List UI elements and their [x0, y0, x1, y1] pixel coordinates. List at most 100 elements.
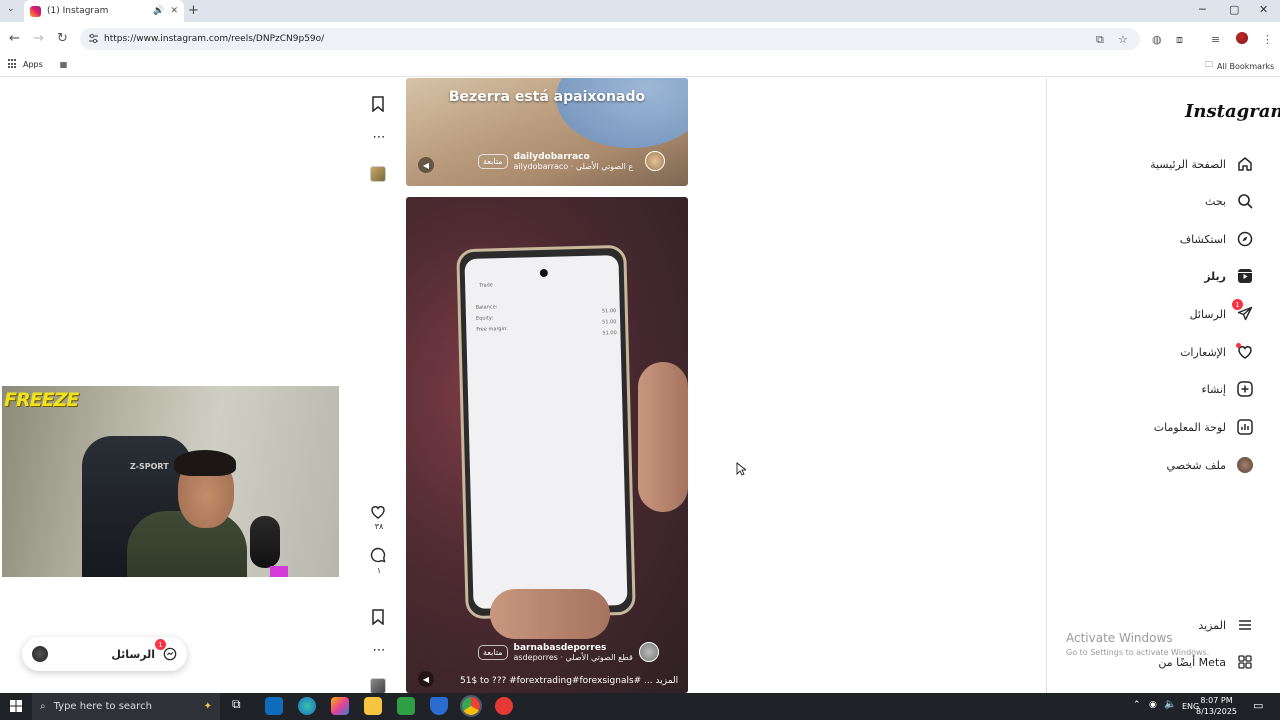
reel-audio[interactable]: ailydobarraco · ع الصوتي الأصلي: [514, 162, 634, 171]
audio-playing-icon[interactable]: 🔊: [153, 6, 164, 16]
phone-camera: [539, 268, 548, 278]
extensions-puzzle-icon[interactable]: ⧈: [1176, 33, 1183, 47]
comment-icon[interactable]: [370, 547, 388, 563]
browser-menu-icon[interactable]: ⋮: [1262, 33, 1273, 46]
nav-more[interactable]: المزيد: [1198, 616, 1254, 634]
new-tab-button[interactable]: +: [188, 3, 199, 18]
taskbar-clock[interactable]: 8:07 PM 8/13/2025: [1196, 695, 1237, 717]
close-window-button[interactable]: ✕: [1259, 3, 1268, 16]
maximize-button[interactable]: ▢: [1229, 3, 1239, 16]
apps-bookmark[interactable]: Apps ▦: [8, 59, 67, 69]
audio-thumbnail[interactable]: [370, 166, 388, 182]
store-icon[interactable]: [397, 697, 415, 715]
apps-label: Apps: [23, 59, 43, 69]
tab-search-icon[interactable]: ⌄: [7, 4, 15, 14]
phone-screen: Trade Balance: Equity: Free margin: 51.0…: [464, 255, 628, 609]
nav-label: ريلز: [1204, 269, 1226, 283]
reel-avatar[interactable]: [638, 642, 659, 662]
edge-icon[interactable]: [298, 697, 316, 715]
microphone: [250, 516, 280, 568]
apps-grid-icon: [8, 59, 18, 69]
create-icon: [1236, 380, 1254, 398]
reel-description[interactable]: 51$ to ??? #forextrading#forexsignals# .…: [460, 676, 678, 686]
site-info-icon[interactable]: [88, 33, 99, 44]
nav-dashboard[interactable]: لوحة المعلومات: [1154, 418, 1254, 436]
tray-overflow-icon[interactable]: ⌃: [1133, 700, 1141, 710]
reel-username[interactable]: barnabasdeporres: [514, 643, 633, 653]
messages-icon: 1: [155, 639, 177, 661]
follow-button[interactable]: متابعة: [478, 644, 508, 660]
nav-explore[interactable]: استكشاف: [1180, 230, 1254, 248]
nav-notifications[interactable]: الإشعارات: [1180, 343, 1254, 361]
close-tab-icon[interactable]: ✕: [170, 6, 178, 16]
notifications-icon[interactable]: ▭: [1253, 699, 1263, 712]
reel-meta: متابعة barnabasdeporres asdeporres · قطع…: [478, 642, 659, 662]
home-icon: [1236, 155, 1254, 173]
nav-reels[interactable]: ريلز: [1204, 267, 1254, 285]
reload-button[interactable]: ↻: [57, 31, 68, 46]
reel-audio[interactable]: asdeporres · قطع الصوتي الأصلي: [514, 653, 633, 662]
nav-create[interactable]: إنشاء: [1202, 380, 1254, 398]
all-bookmarks[interactable]: 🗀 All Bookmarks: [1205, 59, 1274, 73]
install-app-icon[interactable]: ⧉: [1096, 33, 1104, 47]
instagram-logo[interactable]: Instagram: [1185, 101, 1280, 122]
webcam-overlay: Z-SPORT: [2, 386, 339, 577]
browser-tab[interactable]: (1) Instagram 🔊 ✕: [24, 0, 184, 22]
security-shield-icon[interactable]: [430, 697, 448, 715]
minimize-button[interactable]: ─: [1199, 3, 1206, 16]
forward-button[interactable]: →: [33, 31, 44, 46]
phone-line: Balance:: [475, 304, 498, 311]
audio-thumbnail[interactable]: [370, 678, 388, 694]
media-control-icon[interactable]: ≡: [1211, 33, 1220, 46]
comment-count: ١: [376, 566, 382, 575]
extension-globe-icon[interactable]: ◍: [1152, 33, 1162, 46]
like-icon[interactable]: [370, 504, 388, 520]
phone-line: Free margin:: [476, 325, 508, 333]
follow-button[interactable]: متابعة: [478, 153, 508, 169]
mouse-cursor-icon: [736, 462, 746, 476]
volume-icon[interactable]: ◀: [418, 157, 434, 173]
dashboard-icon: [1236, 418, 1254, 436]
nav-label: لوحة المعلومات: [1153, 420, 1226, 434]
all-bookmarks-label: All Bookmarks: [1217, 61, 1275, 71]
bookmark-star-icon[interactable]: ☆: [1118, 33, 1128, 46]
save-icon[interactable]: [370, 96, 388, 112]
volume-icon[interactable]: ◀: [418, 671, 434, 687]
taskbar-search[interactable]: ⌕ Type here to search ✦: [32, 693, 220, 720]
reels-icon: [1236, 267, 1254, 285]
profile-avatar[interactable]: [1236, 32, 1248, 44]
more-options-icon[interactable]: ⋯: [370, 643, 388, 658]
file-explorer-icon[interactable]: [364, 697, 382, 715]
network-icon[interactable]: ◉: [1149, 700, 1157, 710]
tab-title: (1) Instagram: [47, 6, 109, 16]
copilot-icon[interactable]: [331, 697, 349, 715]
activate-windows-subtitle: Go to Settings to activate Windows.: [1066, 648, 1210, 657]
messages-floating-button[interactable]: الرسائل 1: [22, 637, 187, 671]
reel-video[interactable]: Trade Balance: Equity: Free margin: 51.0…: [406, 197, 688, 693]
nav-search[interactable]: بحث: [1205, 192, 1254, 210]
address-bar[interactable]: https://www.instagram.com/reels/DNPzCN9p…: [80, 28, 1140, 50]
nav-label: أيضًا من Meta: [1158, 655, 1226, 669]
chair-brand: Z-SPORT: [130, 462, 169, 471]
volume-icon[interactable]: 🔈: [1164, 699, 1176, 710]
reel-username[interactable]: dailydobarraco: [514, 152, 634, 162]
bookmarks-bar: [0, 55, 1280, 77]
nav-home[interactable]: الصفحة الرئيسية: [1150, 155, 1254, 173]
save-icon[interactable]: [370, 609, 388, 625]
more-options-icon[interactable]: ⋯: [370, 130, 388, 145]
task-view-icon[interactable]: ⧉: [232, 697, 250, 715]
back-button[interactable]: ←: [9, 31, 20, 46]
chrome-icon[interactable]: [460, 695, 482, 717]
windows-start-icon[interactable]: [10, 700, 22, 712]
reel-avatar[interactable]: [645, 151, 666, 171]
messages-label: الرسائل: [111, 647, 155, 661]
tab-groups-icon[interactable]: ▦: [60, 60, 68, 69]
recording-app-icon[interactable]: [495, 697, 513, 715]
nav-profile[interactable]: ملف شخصي: [1167, 456, 1254, 474]
taskbar-search-placeholder: Type here to search: [53, 701, 152, 712]
apps-grid-icon: [1236, 653, 1254, 671]
nav-messages[interactable]: الرسائل 1: [1190, 299, 1254, 323]
menu-icon: [1236, 616, 1254, 634]
outlook-icon[interactable]: [265, 697, 283, 715]
notification-dot: [1236, 343, 1241, 348]
